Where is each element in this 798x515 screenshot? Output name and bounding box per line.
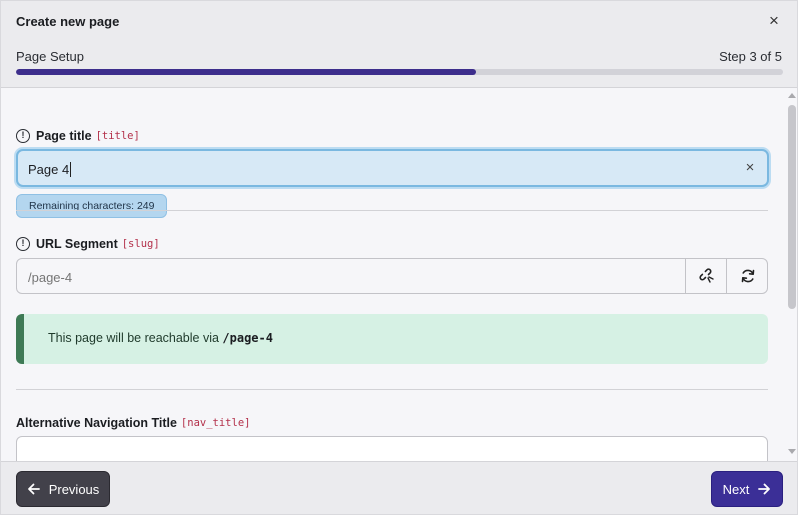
clear-icon[interactable]: × [742, 159, 758, 177]
progress-fill [16, 69, 477, 75]
title-key: [title] [95, 130, 140, 142]
divider [16, 389, 768, 390]
nav-title-key: [nav_title] [180, 417, 251, 429]
previous-button[interactable]: Previous [16, 471, 110, 507]
info-icon: ! [16, 237, 30, 251]
scroll-down-icon[interactable] [788, 449, 796, 454]
previous-label: Previous [48, 481, 100, 497]
step-label: Page Setup [16, 49, 84, 64]
close-icon[interactable]: × [765, 11, 783, 31]
slug-input-group [16, 258, 768, 294]
notice-path: /page-4 [222, 331, 273, 345]
title-input[interactable] [28, 160, 728, 178]
nav-title-label-text: Alternative Navigation Title [16, 416, 177, 430]
modal-header: Create new page × Page Setup Step 3 of 5 [1, 1, 797, 88]
nav-title-label: Alternative Navigation Title [nav_title] [16, 416, 250, 430]
progress-bar [16, 69, 783, 75]
modal-title: Create new page [16, 14, 120, 29]
slug-key: [slug] [121, 238, 160, 250]
scroll-thumb[interactable] [788, 105, 796, 309]
next-label: Next [722, 481, 750, 497]
arrow-right-icon [758, 483, 771, 495]
slug-label: ! URL Segment [slug] [16, 237, 160, 251]
notice-message: This page will be reachable via [48, 331, 223, 345]
slug-label-text: URL Segment [36, 237, 118, 251]
nav-title-input[interactable] [16, 436, 768, 461]
refresh-button[interactable] [726, 259, 767, 293]
info-icon: ! [16, 129, 30, 143]
title-label: ! Page title [title] [16, 129, 140, 143]
reachable-notice: This page will be reachable via /page-4 [16, 314, 768, 364]
scroll-up-icon[interactable] [788, 93, 796, 98]
slug-input[interactable] [28, 268, 628, 286]
create-page-modal: Create new page × Page Setup Step 3 of 5… [0, 0, 798, 515]
title-label-text: Page title [36, 129, 92, 143]
next-button[interactable]: Next [711, 471, 783, 507]
unlink-icon [698, 268, 714, 283]
refresh-icon [741, 269, 754, 283]
arrow-left-icon [27, 483, 40, 495]
text-caret [70, 162, 71, 177]
notice-text: This page will be reachable via /page-4 [48, 331, 273, 345]
modal-footer: Previous Next [1, 461, 797, 514]
divider [16, 210, 768, 211]
remaining-characters-tooltip: Remaining characters: 249 [16, 194, 168, 218]
unlink-button[interactable] [685, 259, 727, 293]
modal-body: ! Page title [title] × Remaining charact… [1, 89, 785, 461]
step-count: Step 3 of 5 [719, 49, 782, 64]
scrollbar[interactable] [786, 89, 798, 461]
title-input-wrapper: × [16, 149, 769, 187]
